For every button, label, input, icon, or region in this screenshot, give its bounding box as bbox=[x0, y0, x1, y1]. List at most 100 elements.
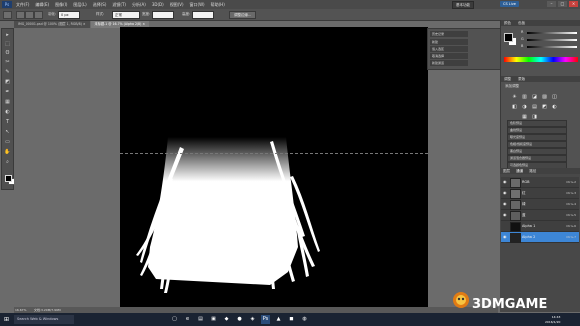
history-item[interactable]: 取消选择 bbox=[430, 53, 468, 59]
tab-color[interactable]: 颜色 bbox=[504, 21, 511, 25]
preset-item[interactable]: 色阶预设 bbox=[507, 120, 567, 127]
curves-icon[interactable]: ◪ bbox=[531, 94, 538, 101]
menu-3d[interactable]: 3D(D) bbox=[152, 1, 164, 8]
levels-icon[interactable]: ▥ bbox=[521, 94, 528, 101]
menu-analysis[interactable]: 分析(A) bbox=[132, 1, 146, 8]
gradient-tool-icon[interactable]: ▦ bbox=[4, 99, 11, 105]
dodge-tool-icon[interactable]: ◐ bbox=[4, 109, 11, 115]
history-item[interactable]: 载入选区 bbox=[430, 46, 468, 52]
refine-edge-button[interactable]: 调整边缘... bbox=[229, 11, 257, 19]
g-slider[interactable] bbox=[527, 39, 577, 41]
feather-input[interactable]: 0 px bbox=[58, 11, 80, 19]
preset-item[interactable]: 色相/饱和度预设 bbox=[507, 141, 567, 148]
menu-view[interactable]: 视图(V) bbox=[170, 1, 184, 8]
history-item[interactable]: 新建通道 bbox=[430, 60, 468, 66]
channel-row-selected[interactable]: ◉ Alpha 2 Ctrl+7 bbox=[501, 232, 579, 243]
task-view-icon[interactable]: ▢ bbox=[170, 315, 179, 324]
visibility-eye-icon[interactable]: ◉ bbox=[503, 179, 508, 184]
crop-tool-icon[interactable]: ✂ bbox=[4, 59, 11, 65]
hand-tool-icon[interactable]: ✋ bbox=[4, 149, 11, 155]
tab-paths[interactable]: 路径 bbox=[529, 169, 536, 173]
tab-masks[interactable]: 蒙版 bbox=[518, 77, 525, 81]
channel-mixer-icon[interactable]: ◐ bbox=[551, 104, 558, 111]
brightness-icon[interactable]: ☀ bbox=[511, 94, 518, 101]
pen-tool-icon[interactable]: ✒ bbox=[4, 89, 11, 95]
minimize-button[interactable]: – bbox=[547, 1, 556, 7]
edge-browser-icon[interactable]: e bbox=[183, 315, 192, 324]
marquee-tool-preset-icon[interactable] bbox=[3, 11, 12, 19]
app-icon[interactable]: ◍ bbox=[300, 315, 309, 324]
menu-select[interactable]: 选择(S) bbox=[93, 1, 107, 8]
tab-layers[interactable]: 图层 bbox=[503, 169, 510, 173]
black-white-icon[interactable]: ▤ bbox=[531, 104, 538, 111]
color-fg-swatch[interactable] bbox=[504, 33, 513, 42]
b-slider[interactable] bbox=[527, 46, 577, 48]
cs-live-button[interactable]: CS Live bbox=[500, 1, 519, 7]
channel-row[interactable]: ◉ 绿 Ctrl+4 bbox=[501, 199, 579, 210]
close-button[interactable]: × bbox=[569, 1, 578, 7]
tab-swatches[interactable]: 色板 bbox=[518, 21, 525, 25]
maximize-button[interactable]: □ bbox=[558, 1, 567, 7]
foreground-color-swatch[interactable] bbox=[5, 175, 12, 182]
photoshop-task-icon[interactable]: Ps bbox=[261, 315, 270, 324]
vibrance-icon[interactable]: ◫ bbox=[551, 94, 558, 101]
lasso-tool-icon[interactable]: ʘ bbox=[4, 50, 11, 56]
visibility-eye-icon[interactable]: ◉ bbox=[503, 190, 508, 195]
preset-item[interactable]: 黑白预设 bbox=[507, 148, 567, 155]
path-select-tool-icon[interactable]: ↖ bbox=[4, 129, 11, 135]
color-balance-icon[interactable]: ◑ bbox=[521, 104, 528, 111]
menu-image[interactable]: 图像(I) bbox=[55, 1, 67, 8]
file-explorer-icon[interactable]: ▤ bbox=[196, 315, 205, 324]
height-input[interactable] bbox=[192, 11, 214, 19]
r-slider[interactable] bbox=[527, 32, 577, 34]
preset-item[interactable]: 曲线预设 bbox=[507, 127, 567, 134]
tab-channels[interactable]: 通道 bbox=[516, 169, 523, 173]
exposure-icon[interactable]: ▨ bbox=[541, 94, 548, 101]
menu-file[interactable]: 文件(F) bbox=[16, 1, 29, 8]
style-select[interactable]: 正常 bbox=[112, 11, 140, 19]
hue-sat-icon[interactable]: ◧ bbox=[511, 104, 518, 111]
rect-marquee-tool-icon[interactable]: ⬚ bbox=[4, 41, 11, 47]
workspace-button[interactable]: 基本功能 bbox=[452, 1, 474, 9]
history-item[interactable]: 新建 bbox=[430, 39, 468, 45]
channel-row[interactable]: ◉ RGB Ctrl+2 bbox=[501, 177, 579, 188]
tab-adjustments[interactable]: 调整 bbox=[504, 77, 511, 81]
brush-tool-icon[interactable]: ✎ bbox=[4, 69, 11, 75]
menu-layer[interactable]: 图层(L) bbox=[73, 1, 86, 8]
add-selection-icon[interactable] bbox=[25, 11, 34, 19]
photo-filter-icon[interactable]: ◩ bbox=[541, 104, 548, 111]
app-icon[interactable]: ◈ bbox=[248, 315, 257, 324]
subtract-selection-icon[interactable] bbox=[34, 11, 43, 19]
app-icon[interactable]: ◼ bbox=[287, 315, 296, 324]
move-tool-icon[interactable]: ▸ bbox=[4, 32, 11, 38]
windows-start-icon[interactable]: ⊞ bbox=[3, 316, 10, 323]
preset-item[interactable]: 曝光度预设 bbox=[507, 134, 567, 141]
menu-filter[interactable]: 滤镜(T) bbox=[112, 1, 126, 8]
zoom-tool-icon[interactable]: ⌕ bbox=[4, 159, 11, 165]
new-selection-icon[interactable] bbox=[16, 11, 25, 19]
menu-edit[interactable]: 编辑(E) bbox=[35, 1, 49, 8]
taskbar-search-input[interactable]: Search Web & Windows bbox=[14, 315, 74, 324]
app-icon[interactable]: ▲ bbox=[274, 315, 283, 324]
visibility-eye-icon[interactable]: ◉ bbox=[503, 212, 508, 217]
document-canvas[interactable] bbox=[120, 27, 428, 308]
channel-row[interactable]: ◉ 蓝 Ctrl+5 bbox=[501, 210, 579, 221]
type-tool-icon[interactable]: T bbox=[4, 119, 11, 125]
stamp-tool-icon[interactable]: ◩ bbox=[4, 79, 11, 85]
menu-window[interactable]: 窗口(W) bbox=[190, 1, 205, 8]
visibility-eye-icon[interactable]: ◉ bbox=[503, 201, 508, 206]
tab-doc-1[interactable]: IMG_00001.psd @ 100% (图层 1, RGB/8) × bbox=[14, 21, 90, 28]
taskbar-clock[interactable]: 14:43 2016/1/20 bbox=[545, 315, 560, 324]
width-input[interactable] bbox=[152, 11, 174, 19]
preset-item[interactable]: 通道混合器预设 bbox=[507, 155, 567, 162]
visibility-eye-icon[interactable] bbox=[503, 223, 508, 228]
app-icon[interactable]: ● bbox=[235, 315, 244, 324]
color-spectrum[interactable] bbox=[504, 57, 578, 62]
app-icon[interactable]: ◆ bbox=[222, 315, 231, 324]
menu-help[interactable]: 帮助(H) bbox=[211, 1, 225, 8]
store-icon[interactable]: ▣ bbox=[209, 315, 218, 324]
channel-row[interactable]: Alpha 1 Ctrl+6 bbox=[501, 221, 579, 232]
shape-tool-icon[interactable]: ▭ bbox=[4, 139, 11, 145]
visibility-eye-icon[interactable]: ◉ bbox=[503, 234, 508, 239]
channel-row[interactable]: ◉ 红 Ctrl+3 bbox=[501, 188, 579, 199]
